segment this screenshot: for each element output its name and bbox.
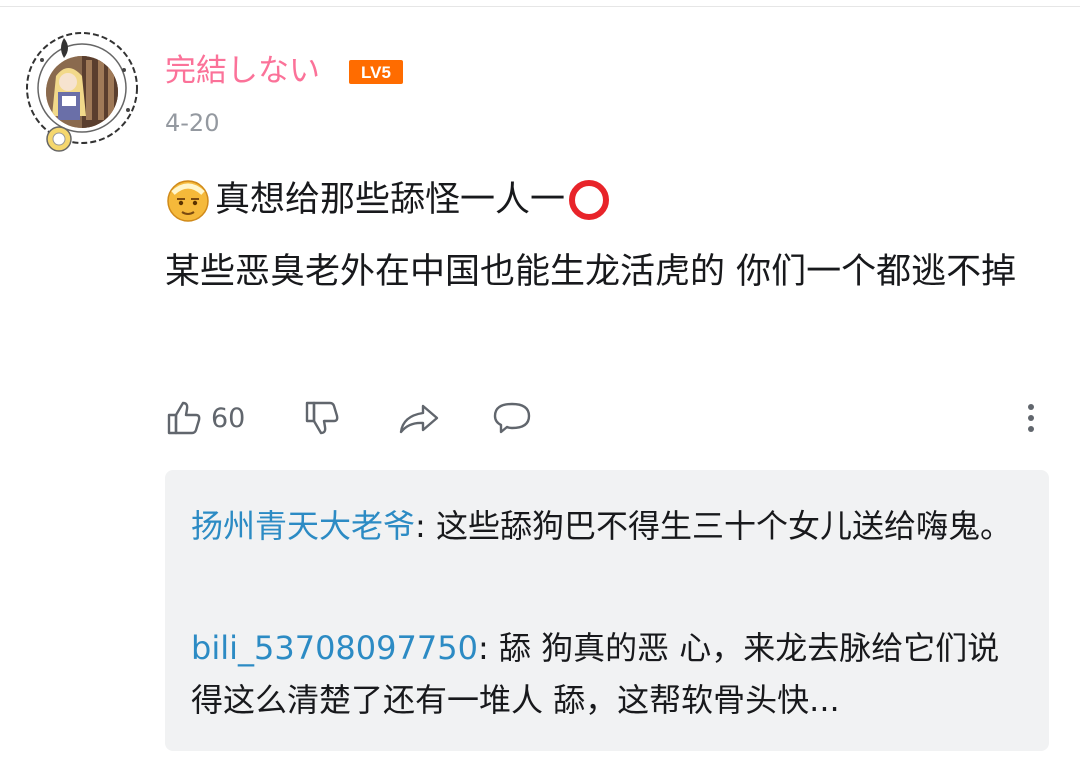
share-button[interactable] bbox=[397, 397, 441, 439]
thumbs-up-icon bbox=[167, 401, 201, 435]
red-circle-emoji-icon bbox=[569, 180, 610, 220]
dislike-button[interactable] bbox=[303, 397, 343, 439]
reply-preview-box[interactable]: 扬州青天大老爷: 这些舔狗巴不得生三十个女儿送给嗨鬼。 bili_5370809… bbox=[165, 470, 1049, 751]
reply-separator: : bbox=[477, 629, 499, 667]
comment-first-line: 真想给那些舔怪一人一 bbox=[165, 176, 611, 224]
share-icon bbox=[399, 404, 439, 434]
coin-badge-icon bbox=[46, 126, 72, 152]
level-text: LV5 bbox=[361, 63, 391, 82]
comment-body: 某些恶臭老外在中国也能生龙活虎的 你们一个都逃不掉 bbox=[165, 252, 1017, 292]
thumbs-down-icon bbox=[305, 401, 339, 435]
more-vertical-icon bbox=[1028, 404, 1034, 432]
reply-username[interactable]: 扬州青天大老爷 bbox=[191, 507, 415, 545]
comment-date: 4-20 bbox=[165, 109, 220, 137]
like-button[interactable]: 60 bbox=[165, 397, 245, 439]
elderly-face-emoji-icon bbox=[167, 180, 209, 222]
avatar-image bbox=[46, 56, 118, 128]
reply-item[interactable]: bili_53708097750: 舔 狗真的恶 心，来龙去脉给它们说得这么清楚… bbox=[191, 622, 1021, 726]
reply-separator: : bbox=[415, 507, 436, 545]
like-count: 60 bbox=[211, 402, 246, 434]
comment-bubble-icon bbox=[493, 402, 531, 434]
top-divider bbox=[0, 6, 1080, 7]
comment-line1-text: 真想给那些舔怪一人一 bbox=[215, 180, 566, 220]
reply-username[interactable]: bili_53708097750 bbox=[191, 629, 478, 667]
username[interactable]: 完結しない bbox=[165, 51, 320, 91]
reply-text: 这些舔狗巴不得生三十个女儿送给嗨鬼。 bbox=[435, 507, 1012, 545]
reply-item[interactable]: 扬州青天大老爷: 这些舔狗巴不得生三十个女儿送给嗨鬼。 bbox=[191, 500, 1021, 552]
reply-button[interactable] bbox=[491, 397, 533, 439]
level-badge-icon: LV5 bbox=[349, 60, 403, 84]
more-button[interactable] bbox=[1023, 397, 1039, 439]
avatar[interactable] bbox=[24, 30, 142, 152]
action-bar: 60 bbox=[165, 397, 1045, 439]
